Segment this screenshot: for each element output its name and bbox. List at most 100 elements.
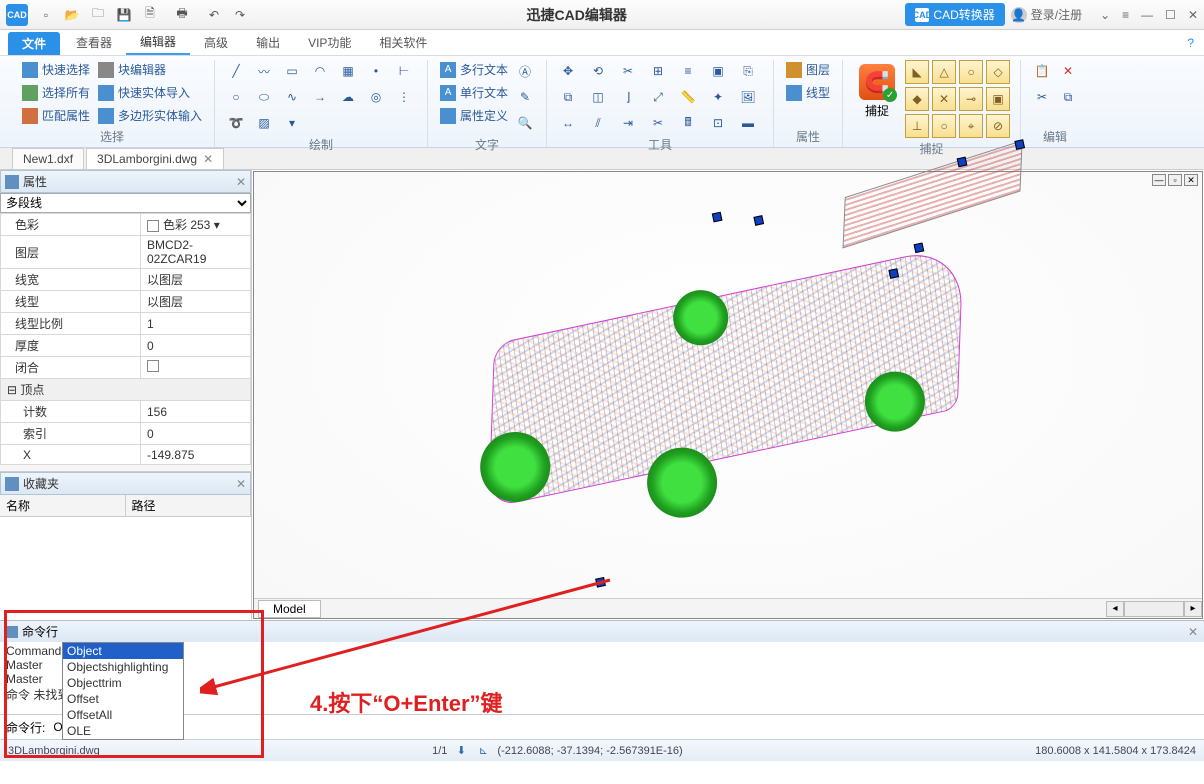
prop-vertex-category[interactable]: ⊟ 顶点 [1, 379, 251, 401]
print-icon[interactable]: 🖶 [174, 7, 190, 23]
ribbon-min-icon[interactable]: ⌄ [1100, 8, 1110, 22]
snap-ext-icon[interactable]: ⊸ [959, 87, 983, 111]
point-icon[interactable]: • [365, 60, 387, 82]
stext-button[interactable]: A单行文本 [438, 83, 510, 102]
snap-end-icon[interactable]: ◣ [905, 60, 929, 84]
snap-near-icon[interactable]: ⌖ [959, 114, 983, 138]
app-menu-icon[interactable]: ≡ [1122, 8, 1129, 22]
delete-icon[interactable]: ✕ [1057, 60, 1079, 82]
status-ortho-icon[interactable]: ⊾ [475, 743, 491, 759]
maximize-icon[interactable]: ☐ [1165, 8, 1176, 22]
quick-select-button[interactable]: 快速选择 [20, 60, 92, 79]
group-icon[interactable]: ⊡ [707, 112, 729, 134]
extend-icon[interactable]: ⇥ [617, 112, 639, 134]
save-icon[interactable]: 💾 [116, 7, 132, 23]
prop-index-value[interactable]: 0 [141, 423, 251, 445]
help-icon[interactable]: ? [1187, 30, 1194, 55]
calc-icon[interactable]: 🖩 [677, 112, 699, 134]
scale-icon[interactable]: ⤢ [647, 86, 669, 108]
ellipse-icon[interactable]: ⬭ [253, 86, 275, 108]
command-suggestions[interactable]: Object Objectshighlighting Objecttrim Of… [62, 642, 184, 740]
prop-lts-value[interactable]: 1 [141, 313, 251, 335]
vp-close-icon[interactable]: ✕ [1184, 174, 1198, 186]
arc-icon[interactable]: ◠ [309, 60, 331, 82]
break-icon[interactable]: ✂ [647, 112, 669, 134]
scroll-left-icon[interactable]: ◂ [1106, 601, 1124, 617]
prop-lw-value[interactable]: 以图层 [141, 269, 251, 291]
login-button[interactable]: 👤登录/注册 [1011, 6, 1082, 23]
snap-int-icon[interactable]: ✕ [932, 87, 956, 111]
paste-icon[interactable]: 📋 [1031, 60, 1053, 82]
rect-icon[interactable]: ▭ [281, 60, 303, 82]
snap-cen-icon[interactable]: ○ [959, 60, 983, 84]
menu-file[interactable]: 文件 [8, 32, 60, 55]
explode-icon[interactable]: ✦ [707, 86, 729, 108]
suggest-offsetall[interactable]: OffsetAll [63, 707, 183, 723]
fav-col-path[interactable]: 路径 [126, 495, 252, 516]
dim-icon[interactable]: ⊢ [393, 60, 415, 82]
vp-min-icon[interactable]: — [1152, 174, 1166, 186]
textfind-icon[interactable]: 🔍 [514, 112, 536, 134]
match-props-button[interactable]: 匹配属性 [20, 106, 92, 125]
snap-perp-icon[interactable]: ⊥ [905, 114, 929, 138]
close-icon[interactable]: ✕ [1188, 8, 1198, 22]
prop-layer-value[interactable]: BMCD2-02ZCAR19 [141, 236, 251, 269]
align-icon[interactable]: ≡ [677, 60, 699, 82]
prop-closed-value[interactable] [141, 357, 251, 379]
block-icon2[interactable]: ▣ [707, 60, 729, 82]
more-draw-icon[interactable]: ▾ [281, 112, 303, 134]
suggest-ole[interactable]: OLE [63, 723, 183, 739]
command-input[interactable] [51, 718, 1198, 736]
snap-node-icon[interactable]: ◇ [986, 60, 1010, 84]
prop-thk-value[interactable]: 0 [141, 335, 251, 357]
trim-icon[interactable]: ✂ [617, 60, 639, 82]
model-tab[interactable]: Model [258, 600, 321, 618]
menu-advanced[interactable]: 高级 [190, 30, 242, 55]
snap-tan-icon[interactable]: ○ [932, 114, 956, 138]
suggest-object[interactable]: Object [63, 643, 183, 659]
image-icon[interactable]: 🖼 [737, 86, 759, 108]
tab-new1[interactable]: New1.dxf [12, 148, 84, 169]
minimize-icon[interactable]: — [1141, 8, 1153, 22]
array-icon[interactable]: ⊞ [647, 60, 669, 82]
vp-max-icon[interactable]: ▫ [1168, 174, 1182, 186]
cloud-icon[interactable]: ☁ [337, 86, 359, 108]
cad-converter-button[interactable]: CADCAD转换器 [905, 3, 1004, 26]
scroll-thumb[interactable] [1124, 601, 1184, 617]
suggest-offset[interactable]: Offset [63, 691, 183, 707]
tab-close-icon[interactable]: ✕ [203, 152, 213, 166]
snap-mid-icon[interactable]: △ [932, 60, 956, 84]
menu-viewer[interactable]: 查看器 [62, 30, 126, 55]
divide-icon[interactable]: ⋮ [393, 86, 415, 108]
block-editor-button[interactable]: 块编辑器 [96, 60, 204, 79]
panel-close-icon[interactable]: ✕ [236, 175, 246, 189]
scroll-right-icon[interactable]: ▸ [1184, 601, 1202, 617]
new-icon[interactable]: ▫ [38, 7, 54, 23]
undo-icon[interactable]: ↶ [206, 7, 222, 23]
open-folder-icon[interactable]: 🗀 [90, 7, 106, 23]
rotate-icon[interactable]: ⟲ [587, 60, 609, 82]
suggest-objecttrim[interactable]: Objecttrim [63, 675, 183, 691]
circle-icon[interactable]: ○ [225, 86, 247, 108]
saveas-icon[interactable]: 🗎 [142, 7, 158, 23]
status-lock-icon[interactable]: ⬇ [453, 743, 469, 759]
hatch-icon[interactable]: ▦ [337, 60, 359, 82]
fillet-icon[interactable]: ⌋ [617, 86, 639, 108]
copy-icon[interactable]: ⧉ [557, 86, 579, 108]
menu-related[interactable]: 相关软件 [365, 30, 441, 55]
open-icon[interactable]: 📂 [64, 7, 80, 23]
cut-icon[interactable]: ✂ [1031, 86, 1053, 108]
viewport[interactable]: —▫✕ Model ◂ ▸ [253, 171, 1203, 619]
redo-icon[interactable]: ↷ [232, 7, 248, 23]
mtext-button[interactable]: A多行文本 [438, 60, 510, 79]
cmd-close-icon[interactable]: ✕ [1188, 625, 1198, 639]
prop-color-value[interactable]: 色彩 253 ▾ [141, 214, 251, 236]
menu-output[interactable]: 输出 [242, 30, 294, 55]
move-icon[interactable]: ✥ [557, 60, 579, 82]
snap-quad-icon[interactable]: ◆ [905, 87, 929, 111]
solid-import-button[interactable]: 快速实体导入 [96, 83, 204, 102]
copy-clip-icon[interactable]: ⧉ [1057, 86, 1079, 108]
menu-editor[interactable]: 编辑器 [126, 30, 190, 55]
textedit-icon[interactable]: ✎ [514, 86, 536, 108]
measure-icon[interactable]: 📏 [677, 86, 699, 108]
